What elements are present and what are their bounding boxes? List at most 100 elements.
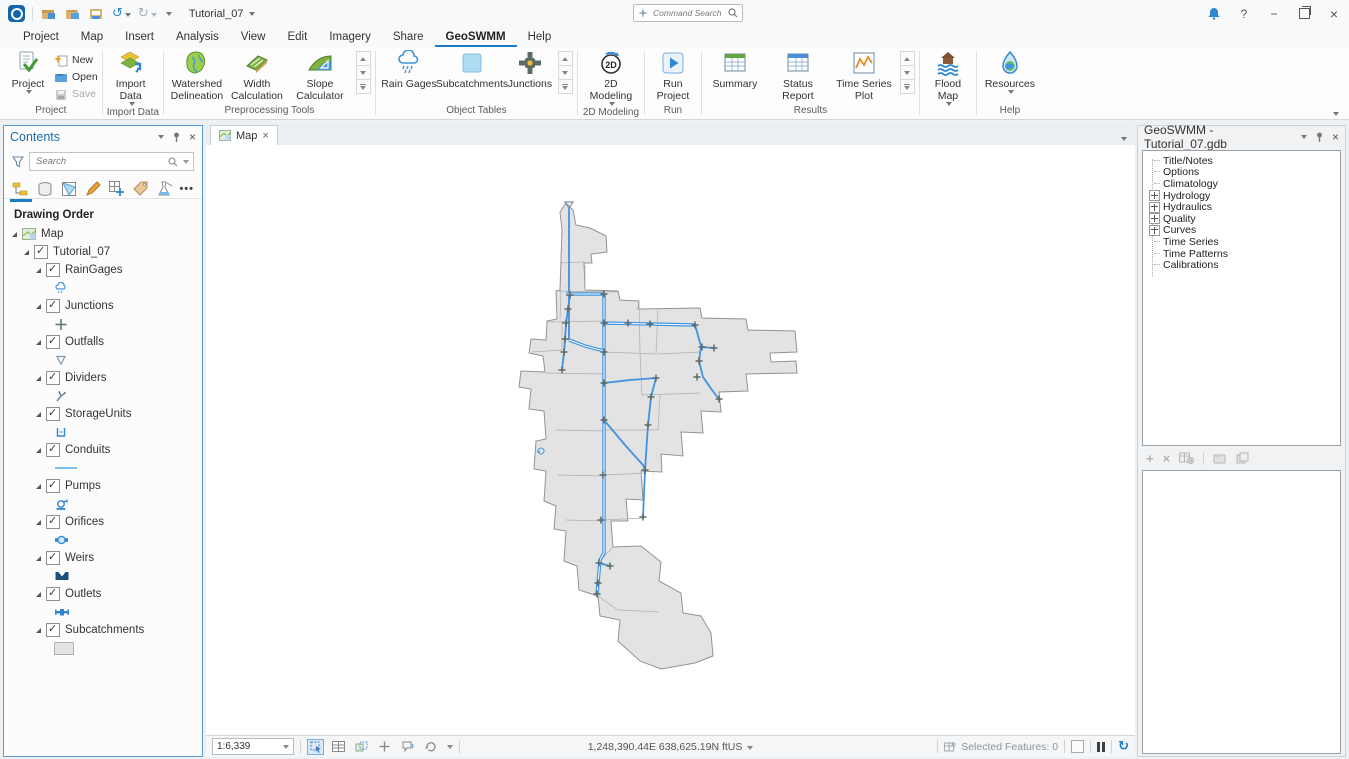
new-button[interactable]: New (54, 52, 98, 68)
layer-dividers[interactable]: Dividers (12, 369, 202, 387)
tab-imagery[interactable]: Imagery (318, 29, 382, 47)
list-by-data-source-icon[interactable] (36, 179, 54, 198)
layer-raingages[interactable]: RainGages (12, 261, 202, 279)
flood-map-button[interactable]: Flood Map (924, 50, 972, 106)
add-data-icon[interactable] (40, 6, 57, 21)
tab-share[interactable]: Share (382, 29, 435, 47)
tab-geoswmm[interactable]: GeoSWMM (435, 29, 517, 47)
list-by-selection-icon[interactable] (60, 179, 78, 198)
watershed-delineation-button[interactable]: Watershed Delineation (168, 50, 226, 102)
expand-arrow-icon[interactable] (24, 250, 29, 255)
layer-checkbox[interactable] (46, 623, 60, 637)
pin-icon[interactable] (1315, 132, 1324, 143)
expand-arrow-icon[interactable] (36, 520, 41, 525)
tree-item-title-notes[interactable]: Title/Notes (1147, 155, 1338, 167)
expand-plus-icon[interactable] (1149, 190, 1160, 201)
rain-gages-button[interactable]: Rain Gages (380, 50, 438, 90)
tab-project[interactable]: Project (12, 29, 70, 47)
expand-arrow-icon[interactable] (36, 628, 41, 633)
expand-plus-icon[interactable] (1149, 225, 1160, 236)
layer-storageunits[interactable]: StorageUnits (12, 405, 202, 423)
open-item-icon[interactable] (1213, 452, 1227, 464)
refresh-icon[interactable]: ↻ (1118, 739, 1129, 754)
junctions-button[interactable]: Junctions (506, 50, 554, 90)
tree-item-tutorial07[interactable]: Tutorial_07 (12, 243, 202, 261)
tree-item-time-series[interactable]: Time Series (1147, 236, 1338, 248)
tree-item-quality[interactable]: Quality (1147, 213, 1338, 225)
list-by-editing-icon[interactable] (84, 179, 102, 198)
layer-checkbox[interactable] (46, 299, 60, 313)
undo-button[interactable]: ↺ (112, 7, 131, 20)
expand-plus-icon[interactable] (1149, 202, 1160, 213)
slope-calculator-button[interactable]: Slope Calculator (288, 50, 352, 102)
expand-arrow-icon[interactable] (36, 556, 41, 561)
selected-features-status[interactable]: Selected Features: 0 (944, 741, 1058, 753)
notifications-bell-icon[interactable] (1199, 0, 1229, 27)
pin-icon[interactable] (172, 132, 181, 143)
list-by-drawing-order-icon[interactable] (12, 179, 30, 198)
status-tools-more-icon[interactable] (447, 745, 453, 749)
restore-button[interactable] (1289, 0, 1319, 27)
layer-checkbox[interactable] (46, 371, 60, 385)
layer-checkbox[interactable] (46, 479, 60, 493)
layer-checkbox[interactable] (34, 245, 48, 259)
expand-arrow-icon[interactable] (36, 340, 41, 345)
layer-checkbox[interactable] (46, 335, 60, 349)
layer-checkbox[interactable] (46, 263, 60, 277)
contents-search[interactable] (29, 152, 194, 171)
expand-arrow-icon[interactable] (36, 376, 41, 381)
expand-arrow-icon[interactable] (36, 304, 41, 309)
filter-icon[interactable] (12, 156, 24, 168)
gallery-scroll[interactable] (558, 52, 573, 94)
save-button[interactable]: Save (54, 86, 98, 102)
subcatchments-button[interactable]: Subcatchments (440, 50, 504, 90)
project-name-menu[interactable]: Tutorial_07 (189, 8, 256, 20)
tab-list-icon[interactable] (1121, 137, 1127, 141)
pane-menu-icon[interactable] (158, 135, 164, 139)
layer-checkbox[interactable] (46, 407, 60, 421)
open-button[interactable]: Open (54, 69, 98, 85)
tree-item-options[interactable]: Options (1147, 167, 1338, 179)
layer-outfalls[interactable]: Outfalls (12, 333, 202, 351)
layer-junctions[interactable]: Junctions (12, 297, 202, 315)
minimize-button[interactable]: − (1259, 0, 1289, 27)
width-calculation-button[interactable]: Width Calculation (228, 50, 286, 102)
expand-arrow-icon[interactable] (12, 232, 17, 237)
pane-close-icon[interactable]: × (1332, 130, 1339, 144)
layer-pumps[interactable]: Pumps (12, 477, 202, 495)
attribute-table-icon[interactable] (330, 739, 347, 755)
time-series-plot-button[interactable]: Time Series Plot (832, 50, 896, 102)
tab-map[interactable]: Map (70, 29, 114, 47)
tab-help[interactable]: Help (517, 29, 563, 47)
tab-edit[interactable]: Edit (276, 29, 318, 47)
layer-checkbox[interactable] (46, 443, 60, 457)
export-item-icon[interactable] (1236, 452, 1249, 464)
overlap-features-icon[interactable] (353, 739, 370, 755)
tree-item-hydrology[interactable]: Hydrology (1147, 190, 1338, 202)
pane-menu-icon[interactable] (1301, 135, 1307, 139)
import-data-button[interactable]: Import Data (107, 50, 155, 106)
project-button[interactable]: Project (4, 50, 52, 94)
pause-drawing-icon[interactable] (1097, 742, 1105, 752)
popups-icon[interactable] (399, 739, 416, 755)
2d-modeling-button[interactable]: 2D 2D Modeling (582, 50, 640, 106)
expand-arrow-icon[interactable] (36, 268, 41, 273)
layer-outlets[interactable]: Outlets (12, 585, 202, 603)
command-search-input[interactable] (651, 7, 725, 19)
map-scale-select[interactable]: 1:6,339 (212, 738, 294, 755)
snap-toggle-icon[interactable] (376, 739, 393, 755)
select-tool-icon[interactable] (307, 739, 324, 755)
tab-view[interactable]: View (230, 29, 277, 47)
tab-analysis[interactable]: Analysis (165, 29, 230, 47)
command-search[interactable] (633, 4, 743, 22)
summary-button[interactable]: Summary (706, 50, 764, 90)
map-canvas[interactable] (206, 145, 1135, 735)
delete-item-icon[interactable]: × (1163, 452, 1171, 465)
status-report-button[interactable]: Status Report (766, 50, 830, 102)
layer-checkbox[interactable] (46, 587, 60, 601)
tree-item-hydraulics[interactable]: Hydraulics (1147, 201, 1338, 213)
gallery-scroll[interactable] (356, 52, 371, 94)
pane-close-icon[interactable]: × (189, 130, 196, 144)
expand-arrow-icon[interactable] (36, 484, 41, 489)
close-tab-icon[interactable]: × (262, 130, 268, 142)
